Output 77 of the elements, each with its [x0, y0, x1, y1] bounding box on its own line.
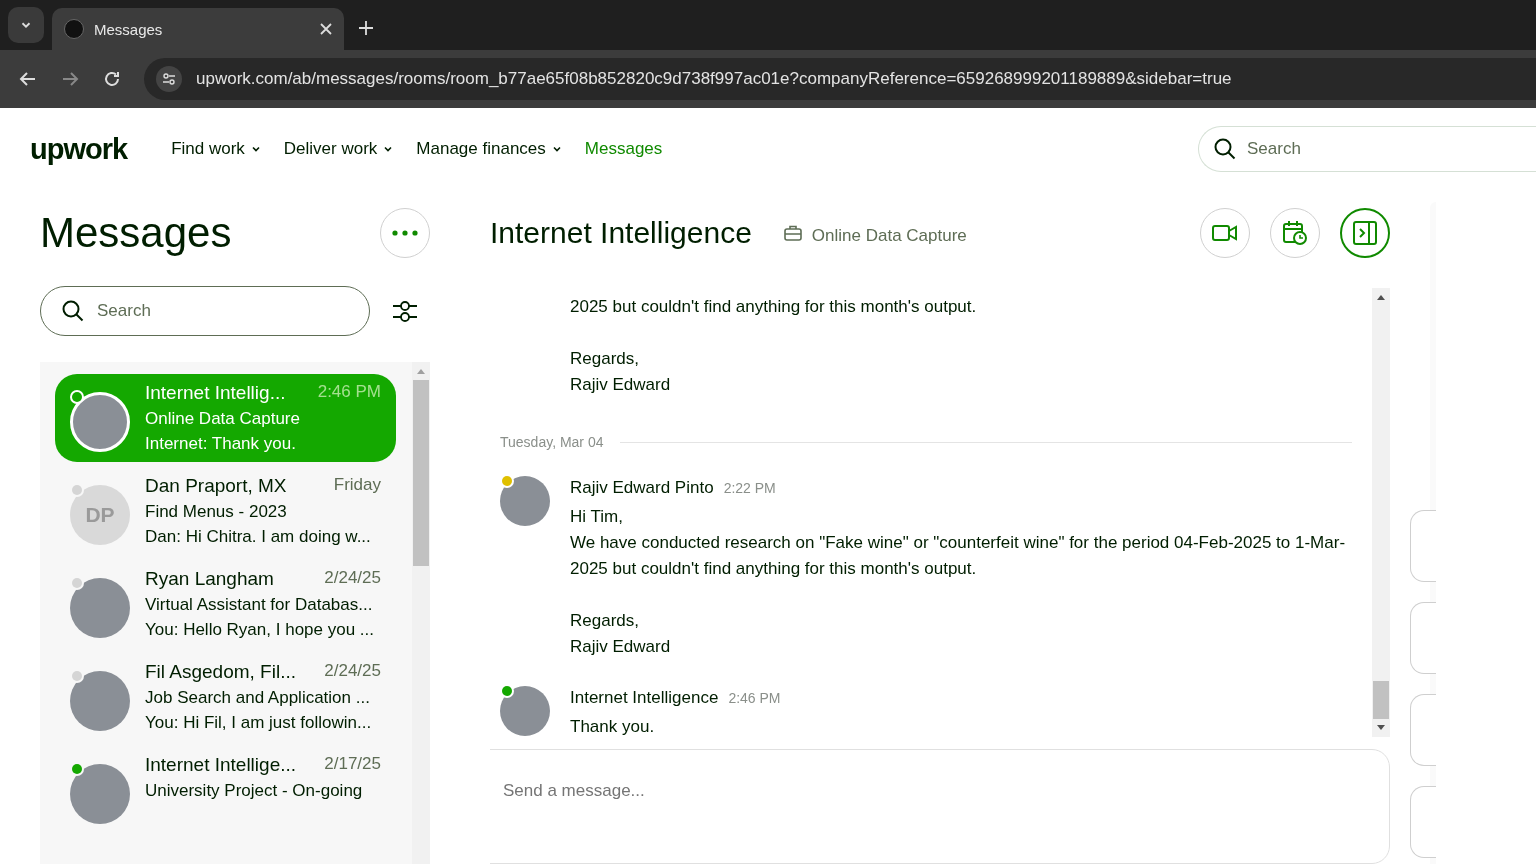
conversation-item[interactable]: Internet Intellige... 2/17/25 University Project - On-going	[55, 746, 396, 832]
calendar-clock-icon	[1282, 220, 1308, 246]
message-preview: Internet: Thank you.	[145, 434, 297, 454]
briefcase-icon	[783, 225, 802, 241]
video-call-button[interactable]	[1200, 208, 1250, 258]
close-icon[interactable]	[320, 23, 332, 35]
conversation-item[interactable]: Ryan Langham 2/24/25 Virtual Assistant for Databas... You: Hello Ryan, I hope you ...	[55, 560, 396, 648]
more-icon	[392, 230, 418, 236]
avatar: DP	[70, 485, 130, 545]
filter-icon[interactable]	[392, 298, 418, 324]
schedule-button[interactable]	[1270, 208, 1320, 258]
scrollbar-thumb[interactable]	[413, 380, 429, 566]
job-title: University Project - On-going	[145, 781, 364, 801]
more-options-button[interactable]	[380, 208, 430, 258]
message-time: Friday	[333, 475, 381, 496]
conversation-item[interactable]: Fil Asgedom, Fil... 2/24/25 Job Search and Application ... You: Hi Fil, I am just followin...	[55, 653, 396, 741]
nav-link[interactable]: Messages	[584, 139, 663, 159]
tab-list-button[interactable]	[8, 7, 44, 43]
scroll-down-icon[interactable]	[1377, 725, 1385, 732]
contact-name: Internet Intellig...	[145, 382, 286, 404]
message-preview: You: Hi Fil, I am just followin...	[145, 713, 373, 733]
conversation-item[interactable]: DP Dan Praport, MX Friday Find Menus - 2023 Dan: Hi Chitra. I am doing w...	[55, 467, 396, 555]
job-name: Online Data Capture	[811, 226, 967, 246]
browser-tab[interactable]: Messages	[52, 8, 344, 50]
message-time: 2:46 PM	[317, 382, 381, 403]
site-icon	[64, 19, 84, 39]
message-time: 2:22 PM	[723, 480, 776, 496]
contact-name: Ryan Langham	[145, 568, 274, 590]
message-time: 2/24/25	[324, 661, 381, 682]
nav-link[interactable]: Deliver work	[283, 139, 395, 159]
url-text: upwork.com/ab/messages/rooms/room_b77ae65f08b852820c9d738f997ac01e?companyReference=659268999201189889&sidebar=true	[196, 69, 1232, 89]
new-tab-button[interactable]	[358, 20, 374, 36]
video-camera-icon	[1212, 224, 1238, 242]
date-divider: Tuesday, Mar 04	[500, 434, 604, 450]
message-preview: Dan: Hi Chitra. I am doing w...	[145, 527, 372, 547]
page-title: Messages	[40, 209, 232, 257]
message-text: Regards, Rajiv Edward	[570, 348, 672, 396]
nav-link[interactable]: Manage finances	[416, 139, 563, 159]
contact-name: Internet Intellige...	[145, 754, 297, 776]
message-time: 2/17/25	[324, 754, 381, 775]
scrollbar-thumb[interactable]	[1373, 681, 1389, 720]
panel-icon	[1352, 220, 1378, 246]
message-text: Regards, Rajiv Edward	[570, 610, 672, 658]
job-title: Job Search and Application ...	[145, 688, 371, 708]
message-preview: You: Hello Ryan, I hope you ...	[145, 620, 376, 640]
search-icon	[1213, 137, 1237, 161]
message-time: 2/24/25	[324, 568, 381, 589]
sender-name: Rajiv Edward Pinto	[570, 478, 714, 498]
photo-placeholder	[70, 671, 130, 731]
scroll-up-icon[interactable]	[1377, 294, 1385, 300]
search-field[interactable]: Search	[40, 286, 370, 336]
message-time: 2:46 PM	[728, 690, 781, 706]
photo-placeholder	[500, 686, 550, 736]
scrollbar[interactable]	[1372, 288, 1390, 738]
chat-title: Internet Intelligence	[490, 216, 752, 250]
sender-name: Internet Intelligence	[570, 688, 719, 708]
job-title: Online Data Capture	[145, 409, 301, 429]
contact-name: Fil Asgedom, Fil...	[145, 661, 296, 683]
message-text: Thank you.	[570, 716, 656, 738]
photo-placeholder	[70, 392, 130, 452]
scrollbar[interactable]	[412, 362, 430, 864]
job-title: Virtual Assistant for Databas...	[145, 595, 374, 615]
site-settings-icon[interactable]	[156, 66, 182, 92]
message-text: Hi Tim, We have conducted research on "Fake wine" or "counterfeit wine" for the period 04-Feb-2025 to 1-Mar-2025 but couldn't find anything for this month's output.	[570, 506, 1347, 580]
photo-placeholder	[70, 578, 130, 638]
sidebar-toggle-button[interactable]	[1340, 208, 1390, 258]
address-bar[interactable]: upwork.com/ab/messages/rooms/room_b77ae65f08b852820c9d738f997ac01e?companyReference=659268999201189889&sidebar=true	[144, 58, 1536, 100]
job-title: Find Menus - 2023	[145, 502, 288, 522]
message-text: 2025 but couldn't find anything for this month's output.	[570, 296, 978, 318]
reload-icon[interactable]	[102, 69, 122, 89]
nav-link[interactable]: Find work	[171, 139, 262, 159]
search-icon	[61, 299, 85, 323]
photo-placeholder	[70, 764, 130, 824]
photo-placeholder	[500, 476, 550, 526]
upwork-logo[interactable]: upwork	[30, 132, 128, 166]
tab-title: Messages	[94, 20, 164, 38]
contact-name: Dan Praport, MX	[145, 475, 287, 497]
